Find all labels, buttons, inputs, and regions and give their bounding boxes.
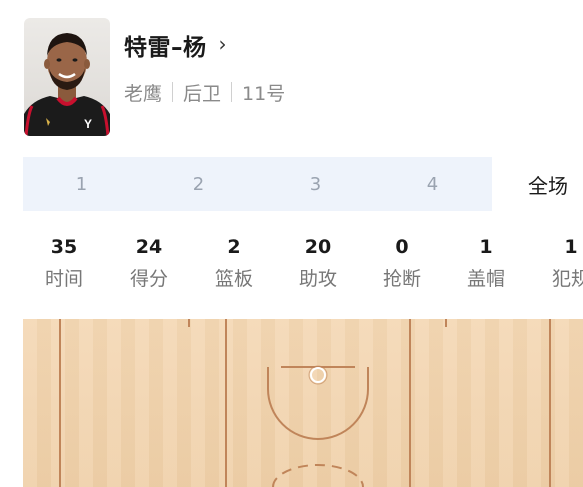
stat-steals: 0 抢断: [357, 232, 447, 296]
player-number: 11号: [242, 82, 286, 105]
player-avatar: Y: [24, 18, 110, 136]
player-team: 老鹰: [124, 82, 163, 105]
stat-label: 盖帽: [466, 268, 505, 290]
stats-row: 35 时间 24 得分 2 篮板 20 助攻 0 抢断 1 盖帽 1 犯规: [23, 232, 583, 302]
chevron-right-icon: ›: [218, 32, 227, 56]
stat-value: 20: [304, 236, 332, 258]
svg-text:Y: Y: [84, 117, 92, 131]
stat-label: 助攻: [298, 268, 337, 290]
stat-value: 1: [564, 236, 578, 258]
tab-quarter-3[interactable]: 3: [257, 157, 374, 211]
tab-quarter-2[interactable]: 2: [140, 157, 257, 211]
stat-assists: 20 助攻: [273, 232, 363, 296]
tab-quarter-1[interactable]: 1: [23, 157, 140, 211]
stat-value: 0: [395, 236, 409, 258]
player-position: 后卫: [183, 82, 222, 105]
stat-value: 1: [479, 236, 493, 258]
player-name: 特雷–杨: [124, 35, 207, 61]
divider: [231, 82, 233, 102]
stat-value: 24: [135, 236, 163, 258]
divider: [172, 82, 174, 102]
shot-chart-court: [23, 319, 583, 487]
quarter-tabs: 1 2 3 4 全场: [23, 157, 583, 211]
stat-label: 犯规: [551, 268, 583, 290]
player-stats-page: Y 特雷–杨 › 老鹰 后卫 11号 1 2 3 4 全场 35 时间 24 得…: [0, 0, 583, 487]
stat-label: 篮板: [214, 268, 253, 290]
player-name-link[interactable]: 特雷–杨 ›: [124, 26, 227, 64]
stat-label: 时间: [44, 268, 83, 290]
stat-blocks: 1 盖帽: [441, 232, 531, 296]
stat-rebounds: 2 篮板: [189, 232, 279, 296]
court-lines: [59, 319, 551, 487]
stat-points: 24 得分: [104, 232, 194, 296]
player-photo-icon: Y: [24, 33, 110, 136]
player-meta: 老鹰 后卫 11号: [124, 78, 285, 106]
stat-label: 抢断: [382, 268, 421, 290]
stat-label: 得分: [129, 268, 168, 290]
stat-fouls: 1 犯规: [526, 232, 583, 296]
stat-value: 35: [50, 236, 78, 258]
tab-full-game[interactable]: 全场: [492, 157, 583, 211]
stat-minutes: 35 时间: [19, 232, 109, 296]
stat-value: 2: [227, 236, 241, 258]
tab-quarter-4[interactable]: 4: [374, 157, 491, 211]
